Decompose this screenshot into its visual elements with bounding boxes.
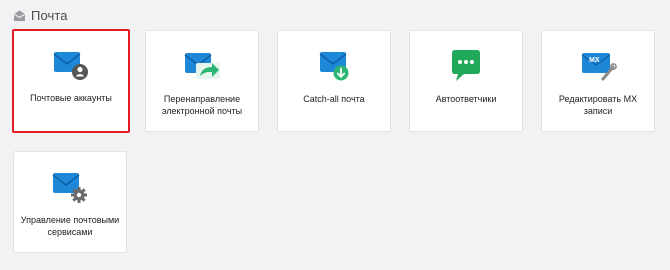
card-mail-services[interactable]: Управление почтовыми сервисами [13,151,127,253]
card-mail-forwarding[interactable]: Перенаправление электронной почты [145,30,259,132]
card-edit-mx[interactable]: MX Редактировать MX записи [541,30,655,132]
mail-catch-all-icon [314,49,354,83]
mail-forward-icon [182,49,222,83]
autoresponder-icon [446,49,486,83]
card-mail-accounts[interactable]: Почтовые аккаунты [12,29,130,133]
card-label: Catch-all почта [303,94,365,104]
mail-services-settings-icon [50,170,90,204]
section-title: Почта [31,7,68,23]
card-label: Почтовые аккаунты [30,93,112,103]
section-header: Почта [13,6,68,24]
mail-accounts-icon [51,48,91,82]
card-label: Управление почтовыми сервисами [20,215,120,237]
card-label: Автоответчики [435,94,497,104]
mx-edit-icon: MX [578,49,618,83]
card-label: Перенаправление электронной почты [161,94,243,116]
svg-text:MX: MX [589,57,600,64]
mail-section-icon [13,9,26,22]
card-label: Редактировать MX записи [558,94,638,116]
card-autoresponders[interactable]: Автоответчики [409,30,523,132]
card-catch-all[interactable]: Catch-all почта [277,30,391,132]
